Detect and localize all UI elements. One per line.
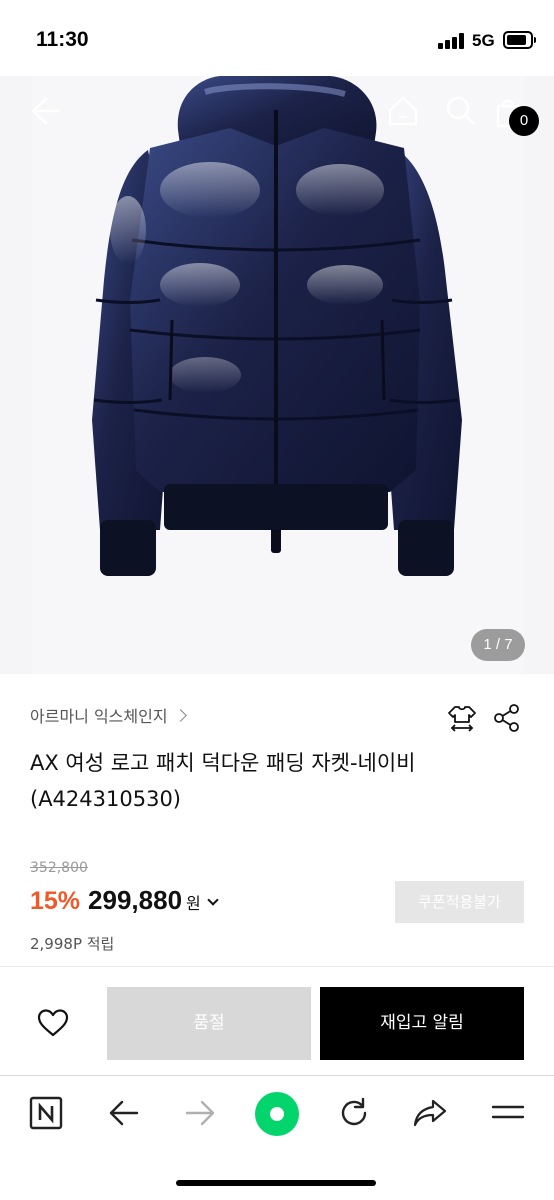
status-bar: 11:30 5G [0, 0, 554, 76]
arrow-left-icon[interactable] [28, 94, 62, 128]
points-info: 2,998P 적립 [30, 935, 115, 953]
signal-icon [438, 33, 464, 49]
brand-link[interactable]: 아르마니 익스체인지 [30, 703, 187, 727]
forward-arrow-icon[interactable] [184, 1096, 218, 1130]
battery-icon [503, 31, 536, 49]
brand-name: 아르마니 익스체인지 [30, 707, 168, 726]
product-image [32, 76, 524, 674]
coupon-button[interactable]: 쿠폰적용불가 [395, 881, 524, 923]
chevron-right-icon [173, 708, 187, 722]
chevron-down-icon[interactable] [207, 894, 219, 906]
divider [0, 966, 554, 967]
refresh-icon[interactable] [337, 1096, 371, 1130]
share-arrow-icon[interactable] [412, 1096, 448, 1130]
heart-icon[interactable] [36, 1008, 70, 1038]
green-dot-icon[interactable] [254, 1091, 300, 1137]
search-icon[interactable] [444, 94, 478, 128]
naver-n-icon[interactable] [29, 1096, 63, 1130]
currency-label: 원 [186, 894, 201, 913]
sale-price: 299,880 [88, 885, 183, 915]
product-title: AX 여성 로고 패치 덕다운 패딩 자켓-네이비 (A424310530) [30, 751, 416, 811]
home-icon[interactable] [386, 94, 420, 128]
gallery-page-indicator: 1 / 7 [471, 629, 525, 661]
back-arrow-icon[interactable] [106, 1096, 140, 1130]
cart-count-badge[interactable]: 0 [509, 106, 539, 136]
share-icon[interactable] [492, 702, 522, 734]
price-row: 15% 299,880 원 [30, 885, 219, 919]
product-image-gallery[interactable] [0, 76, 554, 674]
home-indicator [176, 1180, 376, 1186]
product-header [0, 76, 554, 146]
size-guide-icon[interactable] [446, 702, 478, 734]
restock-alert-button[interactable]: 재입고 알림 [320, 987, 524, 1060]
menu-icon[interactable] [490, 1100, 526, 1126]
network-label: 5G [472, 31, 495, 50]
original-price: 352,800 [30, 860, 88, 876]
discount-rate: 15% [30, 887, 81, 915]
status-time: 11:30 [36, 28, 89, 51]
soldout-button[interactable]: 품절 [107, 987, 311, 1060]
